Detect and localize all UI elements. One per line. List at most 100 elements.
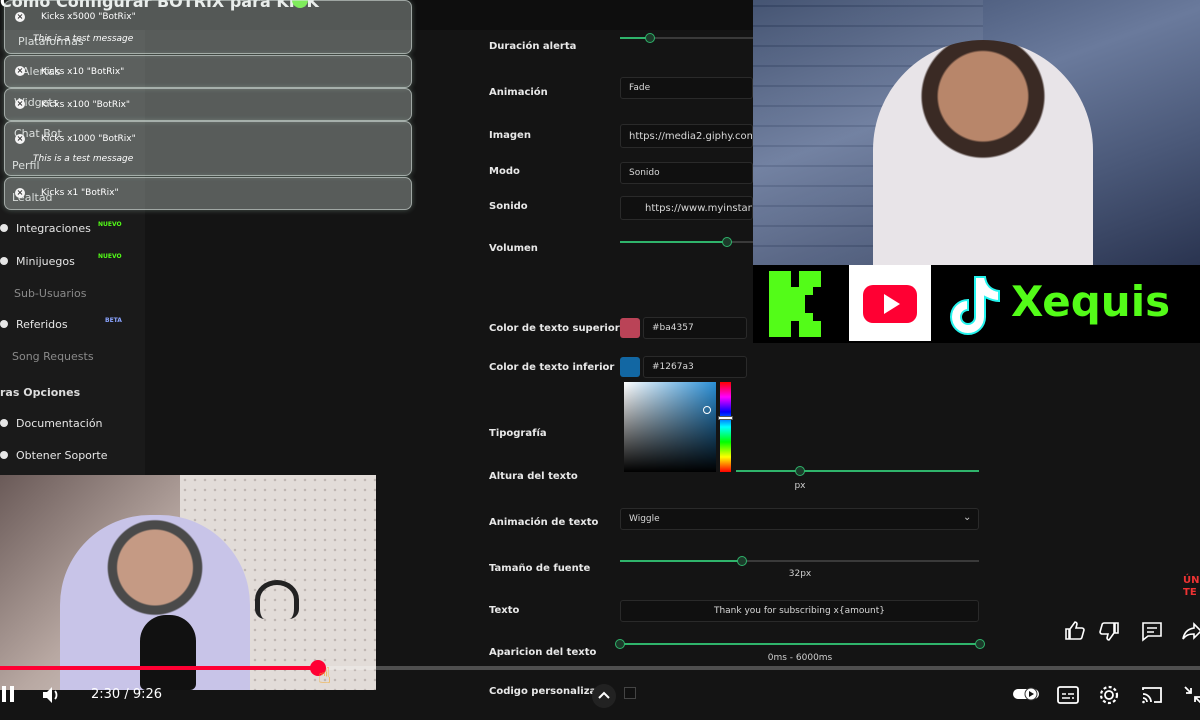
sidebar-item-label: Minijuegos bbox=[16, 254, 75, 268]
comments-button[interactable] bbox=[1140, 619, 1164, 643]
social-bar: Xequis bbox=[753, 265, 1200, 343]
sidebar-item-label: Sub-Usuarios bbox=[14, 286, 87, 300]
color-inferior-input[interactable]: #1267a3 bbox=[643, 356, 747, 378]
share-button[interactable] bbox=[1180, 619, 1200, 643]
sidebar-item-referidos[interactable]: Referidos bbox=[0, 313, 68, 335]
aparicion-end-slider[interactable] bbox=[975, 639, 985, 649]
altura-texto-unit: px bbox=[794, 481, 806, 491]
aparicion-texto-range: 0ms - 6000ms bbox=[767, 653, 833, 663]
sonido-label: Sonido bbox=[489, 201, 528, 212]
volume-icon bbox=[43, 687, 58, 703]
alert-card: × Kicks x10 "BotRix" bbox=[4, 55, 412, 88]
texto-input[interactable]: Thank you for subscribing x{amount} bbox=[620, 600, 979, 622]
collapse-arrows-icon bbox=[1184, 686, 1200, 704]
sidebar-item-label: Documentación bbox=[16, 416, 103, 430]
youtube-logo-icon bbox=[849, 265, 931, 341]
autoplay-icon bbox=[1013, 687, 1039, 701]
time-display: 2:30 / 9:26 bbox=[91, 687, 163, 702]
sidebar-item-integraciones[interactable]: Integraciones bbox=[0, 217, 91, 239]
new-badge: NUEVO bbox=[98, 221, 122, 228]
aparicion-start-slider[interactable] bbox=[615, 639, 625, 649]
color-picker-cursor[interactable] bbox=[703, 406, 711, 414]
animacion-label: Animación bbox=[489, 87, 548, 98]
subtitles-icon bbox=[1057, 686, 1079, 704]
dislike-button[interactable] bbox=[1098, 619, 1122, 643]
pause-button[interactable] bbox=[0, 684, 16, 704]
sidebar-item-sub-usuarios[interactable]: Sub-Usuarios bbox=[14, 282, 86, 304]
watermark: ÚN TE bbox=[1183, 575, 1200, 598]
close-icon[interactable]: × bbox=[15, 12, 25, 22]
close-icon[interactable]: × bbox=[15, 188, 25, 198]
tamano-fuente-fill bbox=[620, 560, 742, 562]
thumbs-up-icon bbox=[1065, 621, 1085, 640]
close-icon[interactable]: × bbox=[15, 99, 25, 109]
volumen-slider[interactable] bbox=[722, 237, 732, 247]
alert-card: × Kicks x5000 "BotRix" This is a test me… bbox=[4, 0, 412, 54]
hue-slider-knob[interactable] bbox=[718, 416, 733, 420]
sidebar-item-label: Referidos bbox=[16, 317, 68, 331]
sidebar-item-song-requests[interactable]: Song Requests bbox=[12, 345, 94, 367]
sonido-input[interactable]: https://www.myinstants.c bbox=[620, 196, 753, 220]
modo-label: Modo bbox=[489, 166, 520, 177]
close-icon[interactable]: × bbox=[15, 66, 25, 76]
altura-texto-slider[interactable] bbox=[795, 466, 805, 476]
exit-fullscreen-button[interactable] bbox=[1182, 684, 1200, 706]
imagen-label: Imagen bbox=[489, 130, 531, 141]
autoplay-toggle[interactable] bbox=[1012, 686, 1040, 702]
color-superior-label: Color de texto superior bbox=[489, 323, 620, 334]
color-picker-hue[interactable] bbox=[720, 382, 731, 472]
volumen-label: Volumen bbox=[489, 243, 538, 254]
animacion-texto-select[interactable]: Wiggle bbox=[620, 508, 979, 530]
tamano-fuente-slider[interactable] bbox=[737, 556, 747, 566]
sidebar-item-documentacion[interactable]: Documentación bbox=[0, 412, 103, 434]
new-badge: NUEVO bbox=[98, 253, 122, 260]
color-superior-swatch[interactable] bbox=[620, 318, 640, 338]
comment-icon bbox=[1142, 622, 1162, 642]
docs-icon bbox=[0, 419, 8, 427]
person-silhouette bbox=[873, 40, 1093, 265]
section-title: ras Opciones bbox=[0, 386, 81, 399]
share-icon bbox=[1182, 622, 1200, 640]
animacion-select[interactable]: Fade bbox=[620, 77, 753, 99]
duracion-alerta-slider[interactable] bbox=[645, 33, 655, 43]
color-inferior-swatch[interactable] bbox=[620, 357, 640, 377]
pause-icon bbox=[2, 686, 14, 702]
modo-select[interactable]: Sonido bbox=[620, 162, 753, 184]
alert-message: This is a test message bbox=[33, 34, 134, 44]
streamer-webcam-right bbox=[753, 0, 1200, 265]
color-inferior-label: Color de texto inferior bbox=[489, 362, 615, 373]
tamano-fuente-label: Tamaño de fuente bbox=[489, 563, 591, 574]
aparicion-texto-label: Aparicion del texto bbox=[489, 647, 597, 658]
alert-card: × Kicks x1 "BotRix" bbox=[4, 177, 412, 210]
subtitles-button[interactable] bbox=[1056, 684, 1080, 706]
sidebar-item-obtener-soporte[interactable]: Obtener Soporte bbox=[0, 444, 108, 466]
sidebar-item-minijuegos[interactable]: Minijuegos bbox=[0, 250, 75, 272]
imagen-input[interactable]: https://media2.giphy.com/me bbox=[620, 124, 753, 148]
aparicion-texto-fill bbox=[620, 643, 980, 645]
tamano-fuente-value: 32px bbox=[788, 569, 812, 579]
progress-played bbox=[0, 666, 318, 670]
puzzle-icon bbox=[0, 224, 8, 232]
collapse-button[interactable] bbox=[592, 684, 616, 708]
animacion-texto-label: Animación de texto bbox=[489, 517, 599, 528]
sidebar-item-label: Obtener Soporte bbox=[16, 448, 108, 462]
sidebar-item-label: Song Requests bbox=[12, 349, 94, 363]
alert-text: Kicks x1 "BotRix" bbox=[41, 188, 119, 198]
texto-label: Texto bbox=[489, 605, 520, 616]
referral-icon bbox=[0, 320, 8, 328]
cast-button[interactable] bbox=[1140, 684, 1164, 706]
headphones-decor bbox=[255, 580, 299, 619]
tipografia-label: Tipografía bbox=[489, 428, 547, 439]
like-button[interactable] bbox=[1062, 619, 1086, 643]
settings-button[interactable] bbox=[1098, 684, 1120, 706]
duracion-alerta-label: Duración alerta bbox=[489, 41, 577, 52]
volume-button[interactable] bbox=[40, 684, 64, 706]
color-superior-input[interactable]: #ba4357 bbox=[643, 317, 747, 339]
thumbs-down-icon bbox=[1099, 622, 1119, 641]
alert-text: Kicks x5000 "BotRix" bbox=[41, 12, 136, 22]
tiktok-logo-icon bbox=[937, 269, 1007, 339]
cast-icon bbox=[1142, 687, 1162, 704]
alert-text: Kicks x10 "BotRix" bbox=[41, 67, 125, 77]
close-icon[interactable]: × bbox=[15, 134, 25, 144]
color-picker-saturation[interactable] bbox=[624, 382, 716, 472]
